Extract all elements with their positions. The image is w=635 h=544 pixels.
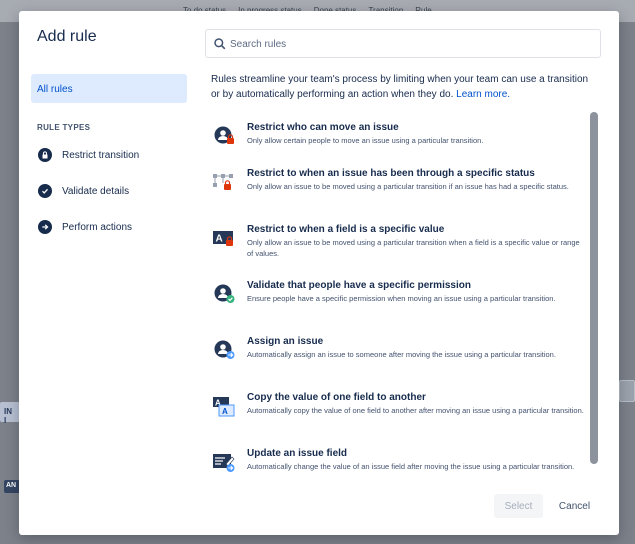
svg-text:A: A [216,234,223,245]
lock-icon [38,148,52,162]
search-input[interactable] [230,35,590,53]
rule-title: Restrict who can move an issue [247,122,399,133]
learn-more-link[interactable]: Learn more. [456,89,510,100]
add-rule-dialog: Add rule All rules RULE TYPES Restrict t… [19,11,619,535]
sidebar-item-perform-actions[interactable]: Perform actions [38,220,132,234]
background-status-lozenge: IN I [0,402,20,425]
rule-title: Restrict to when an issue has been throu… [247,168,535,179]
rule-title: Copy the value of one field to another [247,392,426,403]
intro-sentence: Rules streamline your team's process by … [211,74,589,100]
rule-description: Automatically change the value of an iss… [247,462,575,471]
rule-item-restrict-who[interactable]: Restrict who can move an issue Only allo… [212,121,587,149]
rule-list-scrollbar[interactable] [590,112,598,464]
arrow-right-circle-icon [38,220,52,234]
sidebar-item-label: Perform actions [62,221,133,233]
rule-description: Only allow certain people to move an iss… [247,136,484,145]
sidebar-item-label: Restrict transition [62,149,140,161]
cancel-button[interactable]: Cancel [550,494,599,518]
rule-title: Validate that people have a specific per… [247,280,471,291]
user-restrict-icon [212,125,238,149]
edit-field-icon [212,451,238,475]
scrollbar-thumb[interactable] [590,112,598,464]
rule-description: Ensure people have a specific permission… [247,294,556,303]
intro-text: Rules streamline your team's process by … [211,72,597,102]
rule-description: Only allow an issue to be moved using a … [247,238,580,258]
sidebar-item-validate-details[interactable]: Validate details [38,184,129,198]
copy-field-icon: A A [212,395,238,419]
background-status-lozenge: AN [4,480,20,493]
rule-description: Automatically copy the value of one fiel… [247,406,584,415]
field-restrict-icon: A [212,227,238,251]
rule-title: Restrict to when a field is a specific v… [247,224,445,235]
rule-description: Only allow an issue to be moved using a … [247,182,569,191]
sidebar-item-all-rules[interactable]: All rules [31,74,187,103]
rule-item-restrict-field[interactable]: A Restrict to when a field is a specific… [212,223,587,259]
background-panel-edge [619,380,635,402]
rule-title: Update an issue field [247,448,348,459]
rule-item-restrict-status[interactable]: Restrict to when an issue has been throu… [212,167,587,195]
rule-item-validate-permission[interactable]: Validate that people have a specific per… [212,279,587,307]
user-assign-icon [212,339,238,363]
rule-item-copy-field[interactable]: A A Copy the value of one field to anoth… [212,391,587,419]
select-button[interactable]: Select [494,494,543,518]
workflow-restrict-icon [212,171,238,195]
search-icon [214,38,226,50]
svg-text:A: A [222,407,228,416]
sidebar-heading: RULE TYPES [37,123,91,132]
search-box [205,29,601,58]
rule-item-update-field[interactable]: Update an issue field Automatically chan… [212,447,587,475]
rule-list: Restrict who can move an issue Only allo… [212,112,587,478]
user-check-icon [212,283,238,307]
sidebar-item-label: Validate details [62,185,130,197]
sidebar-item-restrict-transition[interactable]: Restrict transition [38,148,139,162]
rule-description: Automatically assign an issue to someone… [247,350,556,359]
rule-title: Assign an issue [247,336,324,347]
dialog-title: Add rule [37,28,97,45]
check-circle-icon [38,184,52,198]
rule-item-assign-issue[interactable]: Assign an issue Automatically assign an … [212,335,587,363]
